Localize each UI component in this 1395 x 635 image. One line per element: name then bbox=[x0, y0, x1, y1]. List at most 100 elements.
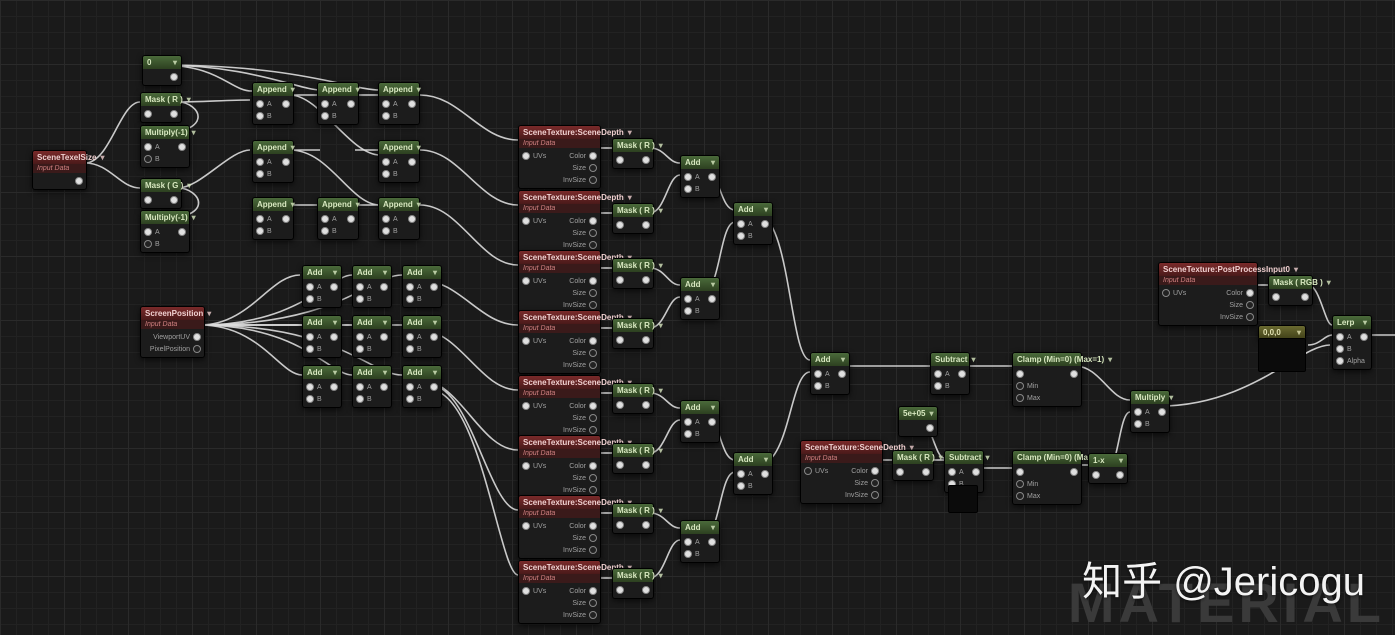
pin-size[interactable] bbox=[589, 414, 597, 422]
pin-out[interactable] bbox=[642, 156, 650, 164]
pin-color[interactable] bbox=[871, 467, 879, 475]
pin-a[interactable] bbox=[382, 215, 390, 223]
pin-in[interactable] bbox=[144, 196, 152, 204]
node-pairadd-6[interactable]: Add▾AB bbox=[733, 452, 773, 495]
pin-b[interactable] bbox=[684, 430, 692, 438]
pin-size[interactable] bbox=[589, 164, 597, 172]
node-scenetexture-center[interactable]: SceneTexture:SceneDepth▾Input DataUVsCol… bbox=[800, 440, 883, 504]
node-scenetexture-7[interactable]: SceneTexture:SceneDepth▾Input DataUVsCol… bbox=[518, 495, 601, 559]
pin-b[interactable] bbox=[406, 345, 414, 353]
pin-invsize[interactable] bbox=[589, 361, 597, 369]
pin-uvs[interactable] bbox=[522, 402, 530, 410]
pin-in[interactable] bbox=[896, 468, 904, 476]
pin-in[interactable] bbox=[616, 221, 624, 229]
pin-uvs[interactable] bbox=[522, 522, 530, 530]
node-append-a2[interactable]: Append▾AB bbox=[317, 82, 359, 125]
pin-max[interactable] bbox=[1016, 394, 1024, 402]
pin-a[interactable] bbox=[144, 228, 152, 236]
pin-a[interactable] bbox=[382, 158, 390, 166]
pin-invsize[interactable] bbox=[589, 546, 597, 554]
pin-b[interactable] bbox=[256, 112, 264, 120]
node-mask-4[interactable]: Mask ( R )▾ bbox=[612, 318, 654, 349]
node-mask-3[interactable]: Mask ( R )▾ bbox=[612, 258, 654, 289]
node-scenetexelsize[interactable]: SceneTexelSize▾ Input Data bbox=[32, 150, 87, 190]
pin-b[interactable] bbox=[737, 482, 745, 490]
pin-in[interactable] bbox=[616, 401, 624, 409]
pin-b[interactable] bbox=[144, 240, 152, 248]
pin-out[interactable] bbox=[1070, 468, 1078, 476]
pin-a[interactable] bbox=[356, 383, 364, 391]
pin-b[interactable] bbox=[406, 395, 414, 403]
node-add-b2[interactable]: Add▾AB bbox=[352, 315, 392, 358]
pin-out[interactable] bbox=[926, 424, 934, 432]
pin-b[interactable] bbox=[306, 395, 314, 403]
pin-size[interactable] bbox=[589, 534, 597, 542]
node-multiply-neg1-b[interactable]: Multiply(-1)▾ A B bbox=[140, 210, 190, 253]
pin-out[interactable] bbox=[347, 100, 355, 108]
pin-a[interactable] bbox=[144, 143, 152, 151]
node-mask-2[interactable]: Mask ( R )▾ bbox=[612, 203, 654, 234]
node-add-c1[interactable]: Add▾AB bbox=[302, 365, 342, 408]
pin-out[interactable] bbox=[330, 383, 338, 391]
node-screenposition[interactable]: ScreenPosition▾ Input Data ViewportUV Pi… bbox=[140, 306, 205, 358]
node-subtract-1[interactable]: Subtract▾AB bbox=[930, 352, 970, 395]
node-multiply[interactable]: Multiply▾AB bbox=[1130, 390, 1170, 433]
pin-a[interactable] bbox=[406, 383, 414, 391]
pin-a[interactable] bbox=[406, 333, 414, 341]
pin-out[interactable] bbox=[761, 470, 769, 478]
pin-a[interactable] bbox=[382, 100, 390, 108]
pin-b[interactable] bbox=[382, 170, 390, 178]
node-append-b3[interactable]: Append▾AB bbox=[378, 140, 420, 183]
node-pairadd-5[interactable]: Add▾AB bbox=[733, 202, 773, 245]
pin-color[interactable] bbox=[1246, 289, 1254, 297]
node-scenetexture-5[interactable]: SceneTexture:SceneDepth▾Input DataUVsCol… bbox=[518, 375, 601, 439]
pin-uvs[interactable] bbox=[522, 587, 530, 595]
pin-in[interactable] bbox=[616, 336, 624, 344]
pin-a[interactable] bbox=[737, 470, 745, 478]
pin-b[interactable] bbox=[356, 295, 364, 303]
pin-viewportuv[interactable] bbox=[193, 333, 201, 341]
pin-out[interactable] bbox=[958, 370, 966, 378]
pin-out[interactable] bbox=[642, 461, 650, 469]
pin-out[interactable] bbox=[708, 538, 716, 546]
pin-out[interactable] bbox=[408, 215, 416, 223]
pin-color[interactable] bbox=[589, 277, 597, 285]
pin-a[interactable] bbox=[934, 370, 942, 378]
pin-out[interactable] bbox=[408, 100, 416, 108]
pin-b[interactable] bbox=[382, 112, 390, 120]
pin-a[interactable] bbox=[306, 283, 314, 291]
node-add-a3[interactable]: Add▾AB bbox=[402, 265, 442, 308]
node-mask-8[interactable]: Mask ( R )▾ bbox=[612, 568, 654, 599]
node-append-c2[interactable]: Append▾AB bbox=[317, 197, 359, 240]
pin-invsize[interactable] bbox=[589, 176, 597, 184]
pin-out[interactable] bbox=[330, 333, 338, 341]
pin-pixelposition[interactable] bbox=[193, 345, 201, 353]
pin-b[interactable] bbox=[306, 345, 314, 353]
pin-out[interactable] bbox=[347, 215, 355, 223]
pin-size[interactable] bbox=[1246, 301, 1254, 309]
pin-uvs[interactable] bbox=[1162, 289, 1170, 297]
pin-b[interactable] bbox=[356, 345, 364, 353]
pin-b[interactable] bbox=[321, 227, 329, 235]
pin-b[interactable] bbox=[382, 227, 390, 235]
pin-a[interactable] bbox=[256, 100, 264, 108]
node-add-b3[interactable]: Add▾AB bbox=[402, 315, 442, 358]
pin-a[interactable] bbox=[737, 220, 745, 228]
node-pairadd-3[interactable]: Add▾AB bbox=[680, 400, 720, 443]
pin-out[interactable] bbox=[178, 228, 186, 236]
pin-out[interactable] bbox=[761, 220, 769, 228]
node-append-c3[interactable]: Append▾AB bbox=[378, 197, 420, 240]
node-scenetexture-4[interactable]: SceneTexture:SceneDepth▾Input DataUVsCol… bbox=[518, 310, 601, 374]
pin-invsize[interactable] bbox=[871, 491, 879, 499]
pin-in[interactable] bbox=[1016, 468, 1024, 476]
pin-out[interactable] bbox=[972, 468, 980, 476]
pin-in[interactable] bbox=[616, 156, 624, 164]
pin-invsize[interactable] bbox=[1246, 313, 1254, 321]
pin-out[interactable] bbox=[1360, 333, 1368, 341]
pin-a[interactable] bbox=[684, 418, 692, 426]
pin-b[interactable] bbox=[144, 155, 152, 163]
node-mask-5[interactable]: Mask ( R )▾ bbox=[612, 383, 654, 414]
pin-out[interactable] bbox=[642, 521, 650, 529]
pin-a[interactable] bbox=[256, 215, 264, 223]
pin-a[interactable] bbox=[1336, 333, 1344, 341]
